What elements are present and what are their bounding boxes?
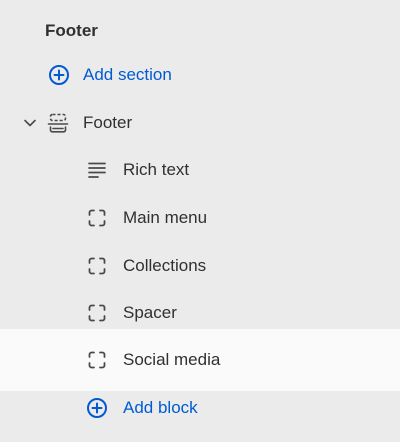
block-label: Rich text: [123, 160, 190, 179]
block-label: Spacer: [123, 303, 177, 322]
add-block-label: Add block: [123, 398, 198, 417]
block-item-main-menu[interactable]: Main menu: [0, 194, 400, 242]
add-section-button[interactable]: Add section: [0, 51, 400, 99]
chevron-down-icon[interactable]: [21, 114, 39, 132]
block-item-rich-text[interactable]: Rich text: [0, 146, 400, 194]
text-lines-icon: [86, 159, 108, 181]
block-icon: [86, 255, 108, 277]
block-item-social-media[interactable]: Social media: [0, 329, 400, 391]
add-block-button[interactable]: Add block: [0, 384, 400, 432]
footer-section-icon: [47, 112, 69, 134]
section-tree-panel: Footer Add section Footer Rich text Main…: [0, 0, 400, 442]
block-label: Collections: [123, 256, 207, 275]
block-icon: [86, 349, 108, 371]
block-label: Social media: [123, 350, 221, 369]
plus-circle-icon: [48, 64, 70, 86]
block-label: Main menu: [123, 208, 208, 227]
plus-circle-icon: [86, 397, 108, 419]
group-title: Footer: [45, 21, 98, 40]
section-item-footer[interactable]: Footer: [0, 99, 400, 147]
block-item-collections[interactable]: Collections: [0, 242, 400, 290]
block-icon: [86, 207, 108, 229]
section-label: Footer: [83, 113, 133, 132]
block-icon: [86, 302, 108, 324]
add-section-label: Add section: [83, 65, 172, 84]
